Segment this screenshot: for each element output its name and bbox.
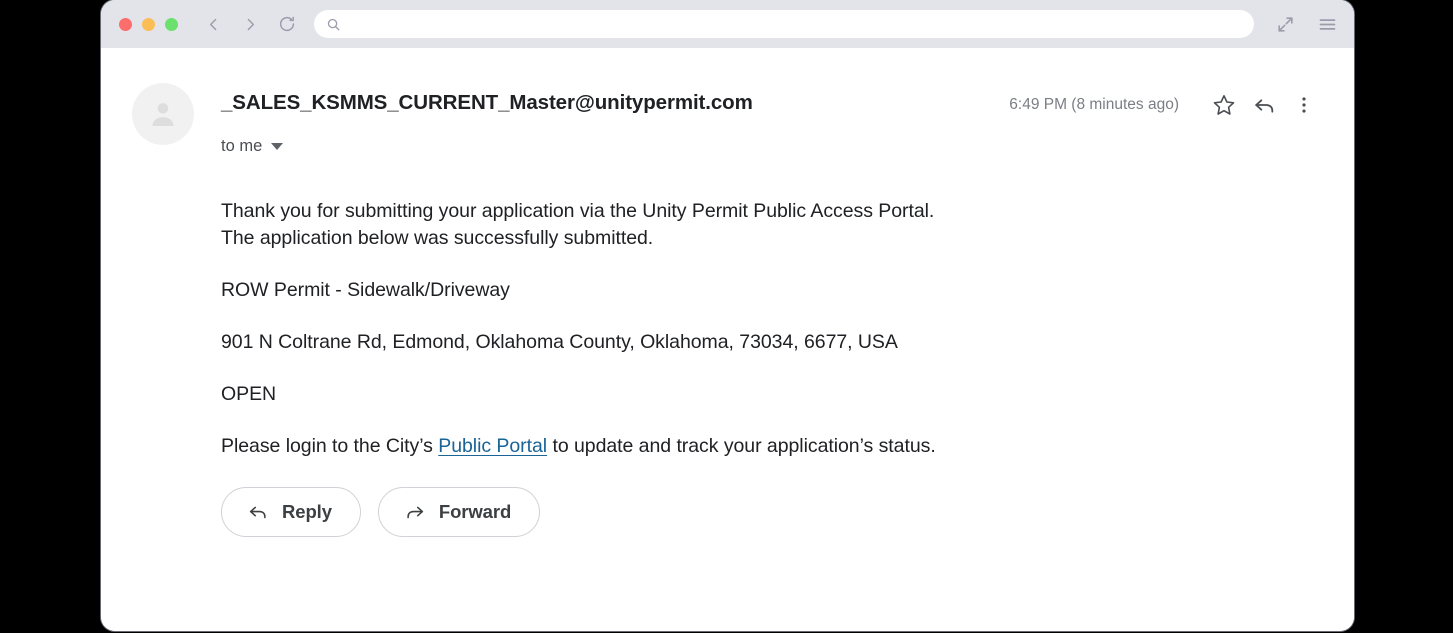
reload-icon (279, 16, 295, 32)
sender-address: _SALES_KSMMS_CURRENT_Master@unitypermit.… (221, 91, 753, 114)
chevron-down-icon[interactable] (271, 143, 284, 150)
recipients-label: to me (221, 137, 263, 155)
address-search-wrap (314, 10, 1254, 38)
avatar (132, 83, 194, 145)
chevron-left-icon (209, 18, 216, 30)
closing-suffix: to update and track your application’s s… (547, 435, 936, 457)
reply-button[interactable]: Reply (221, 487, 361, 537)
intro-paragraph: Thank you for submitting your applicatio… (221, 198, 1324, 252)
email-header: _SALES_KSMMS_CURRENT_Master@unitypermit.… (101, 48, 1354, 156)
intro-line-2: The application below was successfully s… (221, 227, 654, 249)
email-header-actions: 6:49 PM (8 minutes ago) (1009, 85, 1324, 123)
email-timestamp: 6:49 PM (8 minutes ago) (1009, 96, 1179, 113)
close-window-button[interactable] (119, 17, 132, 31)
expand-arrows-icon (1277, 16, 1293, 32)
reply-arrow-icon (1254, 98, 1273, 113)
person-icon (152, 103, 174, 127)
browser-toolbar (101, 0, 1354, 48)
permit-type: ROW Permit - Sidewalk/Driveway (221, 279, 510, 301)
email-body: Thank you for submitting your applicatio… (101, 198, 1354, 460)
permit-status: OPEN (221, 383, 277, 405)
search-input[interactable] (349, 16, 1242, 32)
more-options-button[interactable] (1284, 87, 1324, 123)
forward-button[interactable]: Forward (377, 487, 541, 537)
search-icon (327, 18, 340, 30)
reply-button-label: Reply (282, 501, 332, 522)
forward-button[interactable] (237, 11, 263, 37)
intro-line-1: Thank you for submitting your applicatio… (221, 200, 935, 222)
forward-arrow-icon (407, 506, 424, 519)
reload-button[interactable] (274, 11, 300, 37)
minimize-window-button[interactable] (142, 17, 155, 31)
closing-prefix: Please login to the City’s (221, 435, 439, 457)
expand-button[interactable] (1272, 11, 1298, 37)
toolbar-right-controls (1272, 11, 1340, 37)
chevron-right-icon (247, 18, 254, 30)
zoom-window-button[interactable] (165, 17, 178, 31)
permit-address: 901 N Coltrane Rd, Edmond, Oklahoma Coun… (221, 331, 898, 353)
screen-backdrop: _SALES_KSMMS_CURRENT_Master@unitypermit.… (0, 0, 1453, 633)
email-header-text: _SALES_KSMMS_CURRENT_Master@unitypermit.… (194, 79, 1324, 156)
more-vertical-icon (1302, 97, 1306, 113)
hamburger-menu-icon (1319, 18, 1335, 30)
email-action-buttons: Reply Forward (101, 487, 1354, 537)
star-button[interactable] (1204, 87, 1244, 123)
public-portal-link[interactable]: Public Portal (438, 435, 547, 457)
search-field[interactable] (314, 10, 1254, 38)
email-view: _SALES_KSMMS_CURRENT_Master@unitypermit.… (101, 48, 1354, 631)
navigation-controls (200, 11, 300, 37)
reply-arrow-icon (249, 506, 266, 519)
closing-paragraph: Please login to the City’s Public Portal… (221, 433, 1324, 460)
recipients-row[interactable]: to me (221, 137, 1324, 156)
menu-button[interactable] (1314, 11, 1340, 37)
browser-window: _SALES_KSMMS_CURRENT_Master@unitypermit.… (101, 0, 1354, 631)
back-button[interactable] (200, 11, 226, 37)
reply-icon-button[interactable] (1244, 87, 1284, 123)
forward-button-label: Forward (438, 501, 512, 522)
sender-row: _SALES_KSMMS_CURRENT_Master@unitypermit.… (221, 85, 1324, 123)
star-icon (1213, 94, 1235, 115)
window-traffic-lights (119, 17, 178, 31)
